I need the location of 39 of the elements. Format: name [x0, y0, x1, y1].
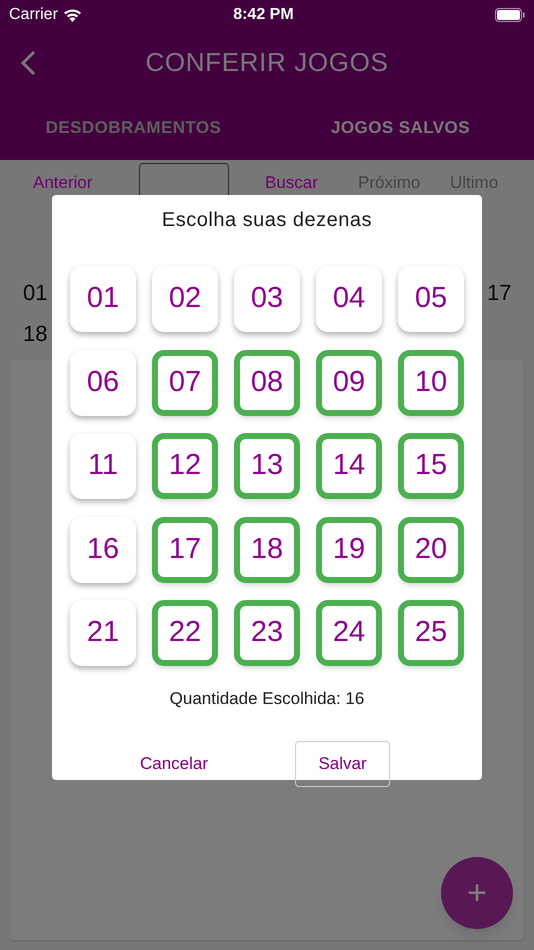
number-button[interactable]: 19 — [316, 516, 382, 582]
save-button[interactable]: Salvar — [295, 740, 390, 786]
tab[interactable]: JOGOS SALVOS — [267, 114, 534, 140]
cancel-button[interactable]: Cancelar — [140, 750, 208, 776]
number-button[interactable]: 05 — [398, 266, 464, 332]
number-button[interactable]: 13 — [234, 433, 300, 499]
back-icon[interactable] — [20, 50, 36, 76]
number-button[interactable]: 15 — [398, 433, 464, 499]
number-button[interactable]: 04 — [316, 266, 382, 332]
number-button[interactable]: 03 — [234, 266, 300, 332]
number-button[interactable]: 08 — [234, 350, 300, 416]
number-button[interactable]: 21 — [70, 600, 136, 666]
number-button[interactable]: 11 — [70, 433, 136, 499]
number-button[interactable]: 20 — [398, 516, 464, 582]
result-number: 17 — [487, 279, 512, 307]
number-button[interactable]: 25 — [398, 600, 464, 666]
number-button[interactable]: 12 — [152, 433, 218, 499]
wifi-icon — [62, 8, 82, 22]
number-button[interactable]: 16 — [70, 516, 136, 582]
screen-title: CONFERIR JOGOS — [145, 46, 389, 79]
result-number: 01 — [23, 279, 48, 307]
number-button[interactable]: 10 — [398, 350, 464, 416]
dialog-title: Escolha suas dezenas — [162, 208, 372, 233]
number-button[interactable]: 09 — [316, 350, 382, 416]
number-button[interactable]: 07 — [152, 350, 218, 416]
count-label: Quantidade Escolhida: 16 — [170, 688, 364, 710]
number-button[interactable]: 17 — [152, 516, 218, 582]
number-button[interactable]: 14 — [316, 433, 382, 499]
number-button[interactable]: 23 — [234, 600, 300, 666]
number-button[interactable]: 22 — [152, 600, 218, 666]
battery-icon — [495, 8, 525, 22]
status-time: 8:42 PM — [233, 5, 294, 25]
number-button[interactable]: 06 — [70, 350, 136, 416]
result-number: 18 — [23, 320, 48, 348]
number-button[interactable]: 02 — [152, 266, 218, 332]
number-button[interactable]: 18 — [234, 516, 300, 582]
number-button[interactable]: 01 — [70, 266, 136, 332]
number-button[interactable]: 24 — [316, 600, 382, 666]
carrier-label: Carrier — [9, 5, 58, 25]
